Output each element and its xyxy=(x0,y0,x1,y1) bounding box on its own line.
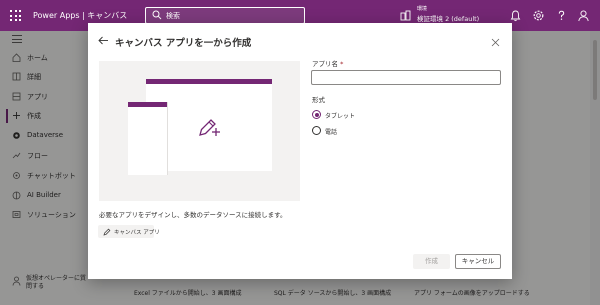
format-option-label[interactable]: タブレット xyxy=(325,111,355,120)
help-icon[interactable] xyxy=(555,9,568,22)
settings-icon[interactable] xyxy=(532,9,545,22)
format-radio-tablet[interactable] xyxy=(312,110,321,119)
pen-plus-icon xyxy=(199,119,220,136)
cancel-button[interactable]: キャンセル xyxy=(455,254,501,269)
format-radio-phone[interactable] xyxy=(312,126,321,135)
pencil-icon xyxy=(103,228,111,236)
dialog-description: 必要なアプリをデザインし、多数のデータソースに接続します。 xyxy=(99,211,287,219)
back-arrow-icon[interactable] xyxy=(98,36,109,45)
search-icon xyxy=(152,10,162,20)
required-marker: * xyxy=(340,60,344,68)
environment-icon[interactable] xyxy=(400,10,411,21)
create-button[interactable]: 作成 xyxy=(413,254,450,269)
account-icon[interactable] xyxy=(577,9,590,22)
search-input[interactable] xyxy=(166,9,296,22)
close-icon[interactable] xyxy=(491,38,500,47)
phone-window-illustration xyxy=(128,102,167,175)
app-name-label: アプリ名 * xyxy=(312,60,344,68)
format-option-label[interactable]: 電話 xyxy=(325,127,337,136)
dialog-title: キャンバス アプリを一から作成 xyxy=(115,38,252,49)
environment-label: 環境 xyxy=(417,6,428,12)
notification-icon[interactable] xyxy=(509,9,522,22)
app-launcher-icon[interactable] xyxy=(10,10,21,21)
format-label: 形式 xyxy=(312,96,325,104)
environment-name[interactable]: 検証環境 2 (default) xyxy=(417,13,479,23)
app-title[interactable]: Power Apps | キャンバス xyxy=(33,10,127,21)
canvas-app-tag-label: キャンバス アプリ xyxy=(114,230,160,236)
app-name-input[interactable] xyxy=(311,70,501,85)
